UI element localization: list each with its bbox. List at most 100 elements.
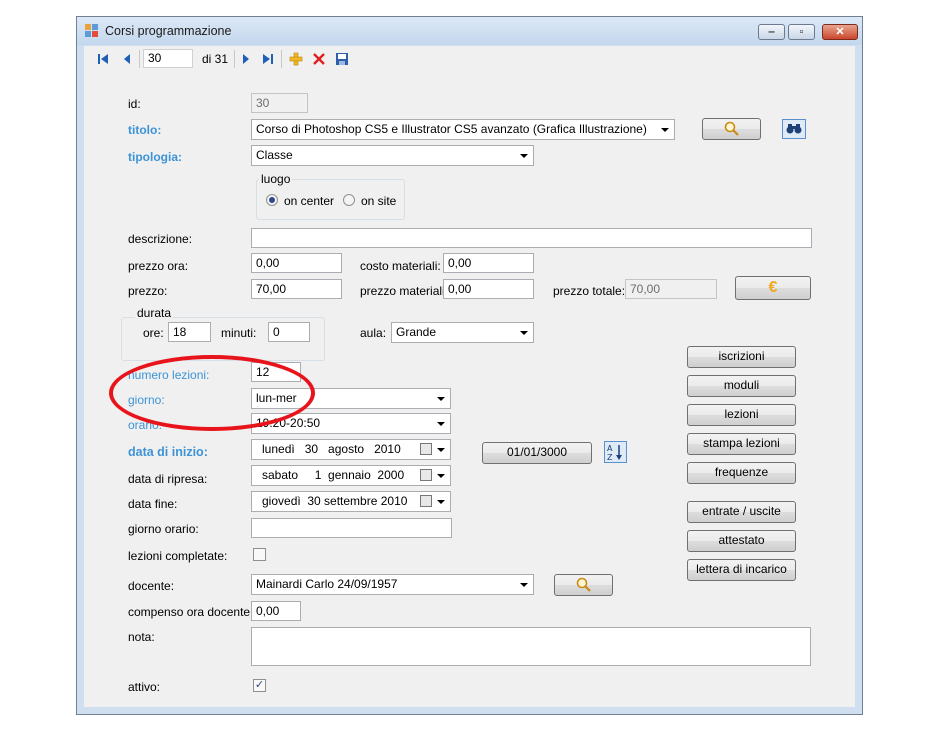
close-icon: ✕ bbox=[835, 26, 845, 38]
titolo-combo[interactable]: Corso di Photoshop CS5 e Illustrator CS5… bbox=[251, 119, 675, 140]
descrizione-field[interactable] bbox=[251, 228, 812, 248]
giorno-orario-field[interactable] bbox=[251, 518, 452, 538]
docente-combo[interactable]: Mainardi Carlo 24/09/1957 bbox=[251, 574, 534, 595]
euro-icon: € bbox=[768, 279, 778, 296]
chevron-down-icon bbox=[520, 583, 528, 587]
minuti-field[interactable]: 0 bbox=[268, 322, 310, 342]
position-input[interactable]: 30 bbox=[143, 49, 193, 68]
window-title: Corsi programmazione bbox=[105, 24, 232, 38]
lezioni-button[interactable]: lezioni bbox=[687, 404, 796, 426]
titolo-value: Corso di Photoshop CS5 e Illustrator CS5… bbox=[256, 122, 647, 136]
data-ripresa-picker[interactable]: sabato 1 gennaio 2000 bbox=[251, 465, 451, 486]
find-button[interactable] bbox=[782, 119, 806, 139]
titolo-label: titolo: bbox=[128, 123, 162, 137]
tipologia-value: Classe bbox=[256, 148, 293, 162]
docente-label: docente: bbox=[128, 579, 175, 593]
chevron-down-icon bbox=[437, 500, 445, 504]
prezzo-materiali-label: prezzo materiali: bbox=[360, 284, 449, 298]
id-label: id: bbox=[128, 97, 141, 111]
durata-title: durata bbox=[135, 306, 174, 320]
maximize-icon: ▫ bbox=[799, 26, 804, 38]
aula-label: aula: bbox=[360, 326, 387, 340]
chevron-down-icon bbox=[661, 128, 669, 132]
nota-label: nota: bbox=[128, 630, 155, 644]
toolbar-separator bbox=[139, 50, 140, 68]
euro-button[interactable]: € bbox=[735, 276, 811, 300]
minimize-button[interactable]: ‒ bbox=[758, 24, 785, 40]
next-record-icon[interactable] bbox=[241, 51, 251, 67]
aula-combo[interactable]: Grande bbox=[391, 322, 534, 343]
iscrizioni-button[interactable]: iscrizioni bbox=[687, 346, 796, 368]
prezzo-ora-field[interactable]: 0,00 bbox=[251, 253, 342, 273]
search-docente-button[interactable] bbox=[554, 574, 613, 596]
compenso-field[interactable]: 0,00 bbox=[251, 601, 301, 621]
add-record-icon[interactable] bbox=[289, 51, 303, 67]
on-center-radio[interactable] bbox=[266, 194, 278, 206]
aula-value: Grande bbox=[396, 325, 437, 339]
chevron-down-icon bbox=[520, 331, 528, 335]
tipologia-label: tipologia: bbox=[128, 150, 182, 164]
chevron-down-icon bbox=[437, 448, 445, 452]
minimize-icon: ‒ bbox=[768, 26, 775, 38]
moduli-button[interactable]: moduli bbox=[687, 375, 796, 397]
stampa-lezioni-button[interactable]: stampa lezioni bbox=[687, 433, 796, 455]
costo-materiali-field[interactable]: 0,00 bbox=[443, 253, 534, 273]
data-inizio-value: lunedì 30 agosto 2010 bbox=[262, 442, 401, 456]
calendar-icon bbox=[420, 443, 432, 455]
reset-date-button[interactable]: 01/01/3000 bbox=[482, 442, 592, 464]
prezzo-field[interactable]: 70,00 bbox=[251, 279, 342, 299]
giorno-orario-label: giorno orario: bbox=[128, 522, 199, 536]
svg-text:Z: Z bbox=[607, 453, 613, 462]
prezzo-totale-label: prezzo totale: bbox=[553, 284, 626, 298]
chevron-down-icon bbox=[437, 397, 445, 401]
close-button[interactable]: ✕ bbox=[822, 24, 858, 40]
attivo-checkbox[interactable]: ✓ bbox=[253, 679, 266, 692]
tipologia-combo[interactable]: Classe bbox=[251, 145, 534, 166]
delete-record-icon[interactable] bbox=[312, 51, 326, 67]
calendar-icon bbox=[420, 495, 432, 507]
save-icon[interactable] bbox=[335, 51, 349, 67]
data-ripresa-label: data di ripresa: bbox=[128, 472, 208, 486]
record-count: di 31 bbox=[202, 52, 229, 66]
ore-field[interactable]: 18 bbox=[168, 322, 211, 342]
data-ripresa-value: sabato 1 gennaio 2000 bbox=[262, 468, 405, 482]
data-fine-picker[interactable]: giovedì 30 settembre 2010 bbox=[251, 491, 451, 512]
orario-value: 19:20-20:50 bbox=[256, 416, 321, 430]
prezzo-label: prezzo: bbox=[128, 284, 168, 298]
minuti-label: minuti: bbox=[221, 326, 257, 340]
attestato-button[interactable]: attestato bbox=[687, 530, 796, 552]
entrate-uscite-button[interactable]: entrate / uscite bbox=[687, 501, 796, 523]
search-titolo-button[interactable] bbox=[702, 118, 761, 140]
prezzo-materiali-field[interactable]: 0,00 bbox=[443, 279, 534, 299]
magnifier-icon bbox=[576, 577, 591, 592]
app-icon bbox=[85, 24, 98, 37]
giorno-label: giorno: bbox=[128, 393, 165, 407]
giorno-combo[interactable]: lun-mer bbox=[251, 388, 451, 409]
orario-label: orario: bbox=[128, 418, 163, 432]
frequenze-button[interactable]: frequenze bbox=[687, 462, 796, 484]
attivo-label: attivo: bbox=[128, 680, 161, 694]
lettera-incarico-button[interactable]: lettera di incarico bbox=[687, 559, 796, 581]
chevron-down-icon bbox=[437, 422, 445, 426]
data-inizio-label: data di inizio: bbox=[128, 445, 208, 459]
toolbar-separator bbox=[234, 50, 235, 68]
last-record-icon[interactable] bbox=[262, 51, 274, 67]
magnifier-icon bbox=[724, 121, 739, 136]
data-inizio-picker[interactable]: lunedì 30 agosto 2010 bbox=[251, 439, 451, 460]
on-site-radio[interactable] bbox=[343, 194, 355, 206]
maximize-button[interactable]: ▫ bbox=[788, 24, 815, 40]
compenso-label: compenso ora docente: bbox=[128, 605, 254, 619]
navigator-toolbar: 30 di 31 bbox=[84, 46, 855, 72]
title-bar: Corsi programmazione ‒ ▫ ✕ bbox=[77, 17, 862, 45]
orario-combo[interactable]: 19:20-20:50 bbox=[251, 413, 451, 434]
previous-record-icon[interactable] bbox=[122, 51, 132, 67]
ore-label: ore: bbox=[143, 326, 164, 340]
sort-az-icon: A Z bbox=[607, 444, 622, 462]
sort-button[interactable]: A Z bbox=[604, 441, 627, 463]
lezioni-completate-label: lezioni completate: bbox=[128, 549, 228, 563]
lezioni-completate-checkbox[interactable] bbox=[253, 548, 266, 561]
calendar-icon bbox=[420, 469, 432, 481]
first-record-icon[interactable] bbox=[97, 51, 109, 67]
numero-lezioni-field[interactable]: 12 bbox=[251, 362, 301, 382]
nota-field[interactable] bbox=[251, 627, 811, 666]
